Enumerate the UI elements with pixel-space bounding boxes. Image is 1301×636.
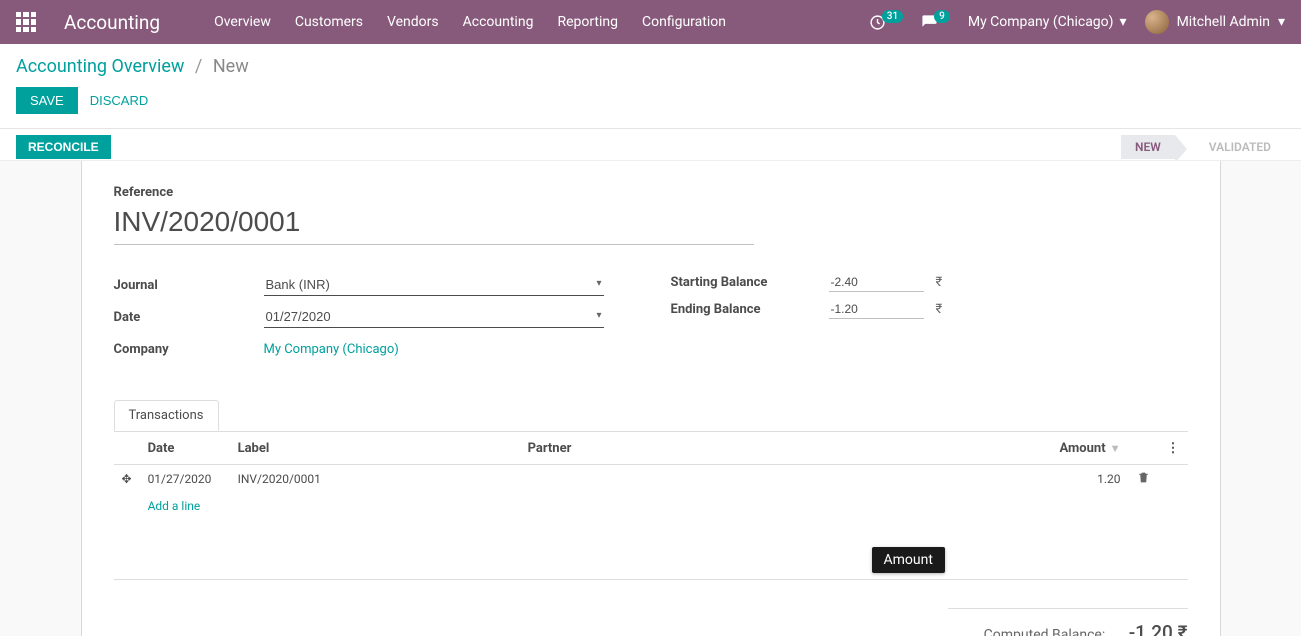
cell-amount[interactable]: 1.20	[800, 465, 1129, 494]
computed-balance-label: Computed Balance:	[984, 627, 1106, 636]
col-label[interactable]: Label	[230, 431, 520, 465]
messages-icon[interactable]: 9	[921, 14, 950, 31]
form-actions: Save Discard	[0, 83, 1301, 128]
nav-reporting[interactable]: Reporting	[545, 14, 630, 30]
date-label: Date	[114, 310, 264, 325]
reference-input[interactable]	[114, 204, 754, 245]
tabs: Transactions Date Label Partner Amount▼ …	[114, 399, 1188, 636]
apps-icon[interactable]	[16, 12, 36, 32]
delete-row-icon[interactable]	[1129, 465, 1159, 494]
cell-label[interactable]: INV/2020/0001	[230, 465, 520, 494]
nav-configuration[interactable]: Configuration	[630, 14, 738, 30]
ending-balance-input[interactable]	[829, 300, 924, 319]
sort-caret-icon: ▼	[1110, 442, 1121, 455]
nav-vendors[interactable]: Vendors	[375, 14, 451, 30]
journal-label: Journal	[114, 278, 264, 293]
company-label: Company	[114, 342, 264, 357]
discard-button[interactable]: Discard	[90, 93, 149, 108]
col-amount[interactable]: Amount▼	[800, 431, 1129, 465]
save-button[interactable]: Save	[16, 87, 78, 114]
currency-symbol: ₹	[936, 275, 943, 290]
computed-balance-value: -1.20 ₹	[1129, 621, 1188, 636]
chevron-down-icon: ▾	[1120, 14, 1127, 30]
form-scroll[interactable]: Reference Journal ▾ Date ▾ Company My Co…	[0, 160, 1301, 636]
messages-badge: 9	[934, 10, 950, 23]
avatar	[1145, 10, 1169, 34]
ending-balance-label: Ending Balance	[671, 302, 829, 317]
transactions-grid: Date Label Partner Amount▼ ⋮ ✥ 01/27/202…	[114, 431, 1188, 600]
reference-label: Reference	[114, 185, 1188, 200]
nav-accounting[interactable]: Accounting	[451, 14, 546, 30]
nav-customers[interactable]: Customers	[283, 14, 375, 30]
cell-date[interactable]: 01/27/2020	[140, 465, 230, 494]
nav-overview[interactable]: Overview	[202, 14, 283, 30]
chevron-down-icon: ▾	[1278, 14, 1285, 30]
top-nav: Accounting Overview Customers Vendors Ac…	[0, 0, 1301, 44]
currency-symbol: ₹	[936, 302, 943, 317]
tab-transactions[interactable]: Transactions	[114, 400, 219, 431]
activity-badge: 31	[882, 10, 903, 23]
activity-icon[interactable]: 31	[869, 14, 903, 31]
status-new[interactable]: New	[1121, 135, 1175, 159]
nav-links: Overview Customers Vendors Accounting Re…	[202, 14, 738, 30]
table-row[interactable]: ✥ 01/27/2020 INV/2020/0001 1.20	[114, 465, 1188, 494]
col-date[interactable]: Date	[140, 431, 230, 465]
starting-balance-label: Starting Balance	[671, 275, 829, 290]
status-validated[interactable]: Validated	[1195, 135, 1285, 159]
col-partner[interactable]: Partner	[520, 431, 800, 465]
journal-select[interactable]	[264, 274, 604, 296]
breadcrumb-parent[interactable]: Accounting Overview	[16, 56, 184, 77]
computed-balance: Computed Balance: -1.20 ₹	[948, 608, 1188, 636]
breadcrumb-sep: /	[195, 56, 202, 77]
drag-handle-icon[interactable]: ✥	[114, 465, 140, 494]
brand-title[interactable]: Accounting	[64, 11, 160, 34]
form-sheet: Reference Journal ▾ Date ▾ Company My Co…	[81, 161, 1221, 636]
nav-right: 31 9 My Company (Chicago) ▾ Mitchell Adm…	[869, 10, 1285, 34]
breadcrumb: Accounting Overview / New	[0, 44, 1301, 83]
breadcrumb-current: New	[213, 56, 249, 77]
grid-options-icon[interactable]: ⋮	[1159, 431, 1188, 465]
reconcile-button[interactable]: Reconcile	[16, 135, 111, 159]
cell-partner[interactable]	[520, 465, 800, 494]
company-link[interactable]: My Company (Chicago)	[264, 342, 399, 357]
company-picker[interactable]: My Company (Chicago) ▾	[968, 14, 1127, 30]
user-menu[interactable]: Mitchell Admin ▾	[1145, 10, 1285, 34]
add-line-link[interactable]: Add a line	[148, 499, 201, 513]
starting-balance-input[interactable]	[829, 273, 924, 292]
date-input[interactable]	[264, 306, 604, 328]
